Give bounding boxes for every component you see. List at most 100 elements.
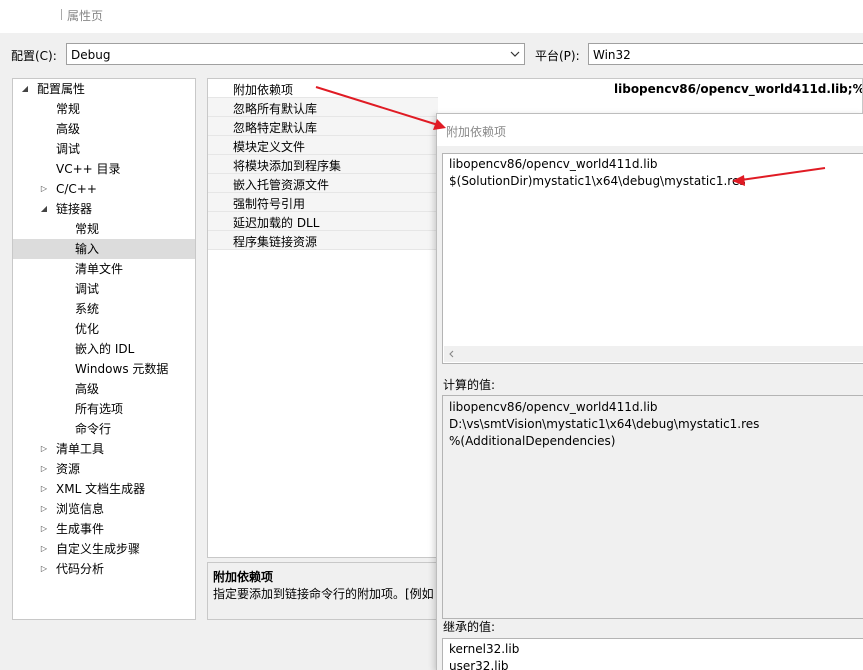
tree-item[interactable]: VC++ 目录 [13,159,195,179]
description-text: 指定要添加到链接命令行的附加项。[例如 [213,587,434,601]
tree-item-label: 所有选项 [75,402,124,416]
tree-item[interactable]: 输入 [13,239,195,259]
tree-item-label: 浏览信息 [56,502,105,516]
config-dropdown[interactable]: Debug [66,43,525,65]
tree-item[interactable]: ▷ C/C++ [13,179,195,199]
tree-item[interactable]: ◢ 链接器 [13,199,195,219]
tree-item-label: 清单文件 [75,262,124,276]
property-name: 忽略特定默认库 [233,121,318,135]
tree-expanded-icon[interactable]: ◢ [20,79,30,99]
description-title: 附加依赖项 [213,570,274,584]
tree-item[interactable]: 系统 [13,299,195,319]
platform-dropdown[interactable]: Win32 [588,43,863,65]
tree-collapsed-icon[interactable]: ▷ [39,459,49,479]
description-pane: 附加依赖项 指定要添加到链接命令行的附加项。[例如 [207,562,439,620]
tree-item-label: 生成事件 [56,522,105,536]
tree-item-label: VC++ 目录 [56,162,121,176]
selected-property-value[interactable]: libopencv86/opencv_world411d.lib;%(Add [614,82,862,96]
tree-item[interactable]: 调试 [13,279,195,299]
horizontal-scrollbar[interactable] [444,346,863,362]
tree-item[interactable]: ▷ XML 文档生成器 [13,479,195,499]
tree-collapsed-icon[interactable]: ▷ [39,179,49,199]
edit-line: $(SolutionDir)mystatic1\x64\debug\mystat… [449,174,746,188]
property-row[interactable]: 强制符号引用 [208,193,438,212]
tree-item-label: 资源 [56,462,81,476]
tree-item-label: 高级 [56,122,81,136]
tree-item-label: 命令行 [75,422,112,436]
dependencies-edit-box[interactable]: libopencv86/opencv_world411d.lib $(Solut… [442,153,863,364]
platform-dropdown-value: Win32 [593,48,631,62]
tree-item[interactable]: 所有选项 [13,399,195,419]
tree-item-label: 常规 [75,222,100,236]
property-name: 附加依赖项 [233,83,294,97]
property-row[interactable]: 将模块添加到程序集 [208,155,438,174]
tree-item[interactable]: ◢ 配置属性 [13,79,195,99]
tree-item[interactable]: ▷ 生成事件 [13,519,195,539]
computed-values-box: libopencv86/opencv_world411d.lib D:\vs\s… [442,395,863,619]
property-name: 模块定义文件 [233,140,306,154]
property-name: 将模块添加到程序集 [233,159,342,173]
computed-values-label: 计算的值: [443,378,496,392]
dialog-title: 附加依赖项 [446,125,507,139]
property-name: 嵌入托管资源文件 [233,178,330,192]
tree-item[interactable]: ▷ 资源 [13,459,195,479]
tree-collapsed-icon[interactable]: ▷ [39,479,49,499]
tree-item[interactable]: 高级 [13,379,195,399]
tree-item-label: C/C++ [56,182,97,196]
tree-item[interactable]: ▷ 浏览信息 [13,499,195,519]
tree-item[interactable]: ▷ 自定义生成步骤 [13,539,195,559]
property-tree[interactable]: ◢ 配置属性 常规 高级 调试 VC++ 目录 ▷ C/C++ ◢ 链接器 常规 输入 清单文件 调试 系统… [12,78,196,620]
tree-collapsed-icon[interactable]: ▷ [39,519,49,539]
dialog-title-bar: 附加依赖项 [437,114,863,146]
chevron-left-icon[interactable] [447,349,457,359]
inherited-line: user32.lib [449,659,509,670]
tree-item-label: 代码分析 [56,562,105,576]
property-row[interactable]: 嵌入托管资源文件 [208,174,438,193]
tree-collapsed-icon[interactable]: ▷ [39,559,49,579]
tree-item[interactable]: ▷ 清单工具 [13,439,195,459]
computed-line: D:\vs\smtVision\mystatic1\x64\debug\myst… [449,417,760,431]
config-label: 配置(C): [11,49,57,63]
platform-label: 平台(P): [535,49,580,63]
property-name: 忽略所有默认库 [233,102,318,116]
window-title: 属性页 [67,9,104,23]
title-bar: 属性页 [0,0,863,33]
tree-item[interactable]: 调试 [13,139,195,159]
computed-line: %(AdditionalDependencies) [449,434,616,448]
tree-item[interactable]: 常规 [13,219,195,239]
tree-item-label: Windows 元数据 [75,362,169,376]
tree-item[interactable]: 高级 [13,119,195,139]
tree-item-label: 优化 [75,322,100,336]
tree-item[interactable]: 清单文件 [13,259,195,279]
tree-item[interactable]: 命令行 [13,419,195,439]
tree-item-label: 输入 [75,242,100,256]
tree-item-label: 配置属性 [37,82,86,96]
tree-item[interactable]: 常规 [13,99,195,119]
tree-item[interactable]: 嵌入的 IDL [13,339,195,359]
property-name: 强制符号引用 [233,197,306,211]
tree-item-label: 链接器 [56,202,93,216]
tree-item[interactable]: ▷ 代码分析 [13,559,195,579]
tree-item-label: 系统 [75,302,100,316]
tree-item-label: 嵌入的 IDL [75,342,135,356]
tree-expanded-icon[interactable]: ◢ [39,199,49,219]
inherited-values-box: kernel32.lib user32.lib [442,638,863,670]
tree-collapsed-icon[interactable]: ▷ [39,439,49,459]
tree-item[interactable]: 优化 [13,319,195,339]
property-name: 延迟加载的 DLL [233,216,320,230]
property-row[interactable]: 模块定义文件 [208,136,438,155]
tree-item-label: 常规 [56,102,81,116]
config-dropdown-value: Debug [71,48,111,62]
tree-collapsed-icon[interactable]: ▷ [39,539,49,559]
tree-collapsed-icon[interactable]: ▷ [39,499,49,519]
property-row[interactable]: 附加依赖项 [208,79,438,98]
inherited-line: kernel32.lib [449,642,520,656]
inherited-values-label: 继承的值: [443,620,496,634]
tree-item[interactable]: Windows 元数据 [13,359,195,379]
property-row[interactable]: 程序集链接资源 [208,231,438,250]
tree-item-label: XML 文档生成器 [56,482,146,496]
property-row[interactable]: 延迟加载的 DLL [208,212,438,231]
property-row[interactable]: 忽略特定默认库 [208,117,438,136]
tree-item-label: 清单工具 [56,442,105,456]
property-row[interactable]: 忽略所有默认库 [208,98,438,117]
